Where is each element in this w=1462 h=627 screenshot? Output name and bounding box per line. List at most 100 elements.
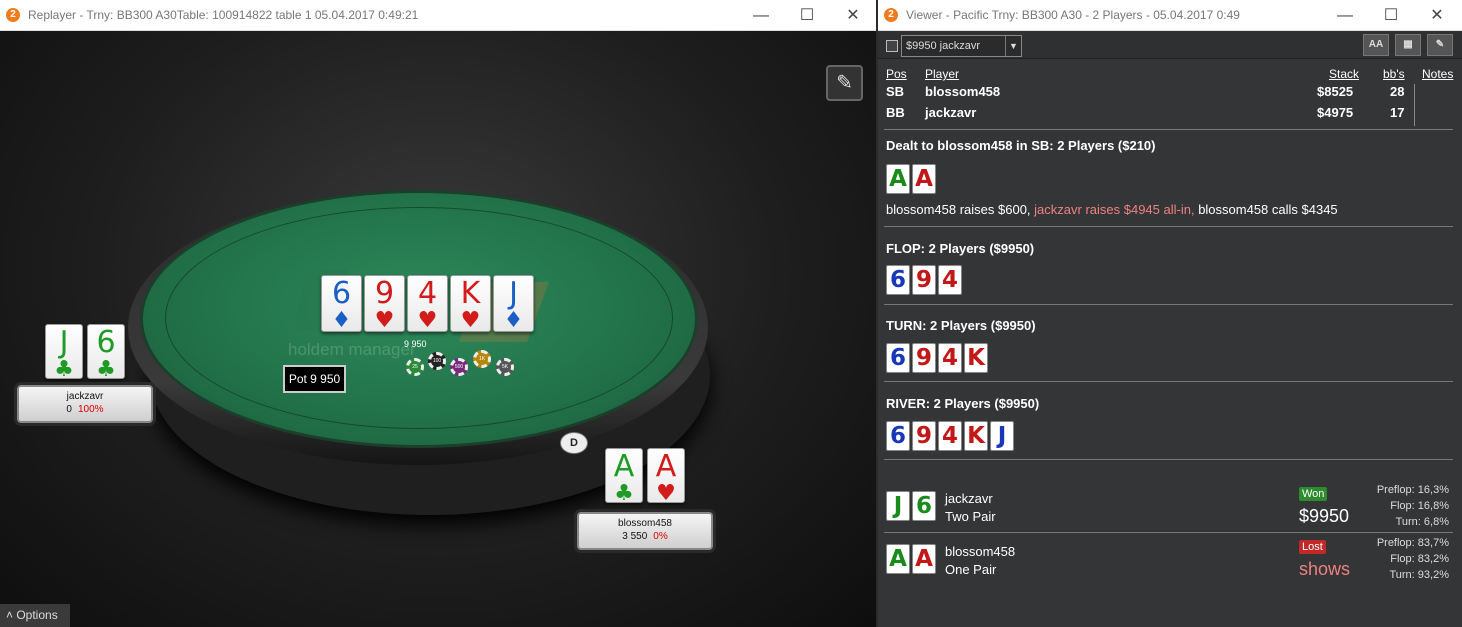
result-name[interactable]: jackzavr: [945, 491, 993, 506]
seat-name: blossom458: [618, 518, 672, 529]
chip-icon: 100: [428, 352, 446, 370]
minimize-icon[interactable]: —: [1322, 0, 1368, 31]
app-logo-icon: 2: [884, 8, 898, 22]
header-notes[interactable]: Notes: [1422, 67, 1453, 81]
card-icon: A: [886, 544, 910, 574]
hand-selector[interactable]: $9950 jackzavr ▼: [901, 35, 1022, 57]
heart-icon: ♥: [417, 308, 438, 333]
equity-value: 83,2%: [1417, 553, 1449, 565]
card-rank: J: [59, 325, 69, 360]
notes-divider: [1414, 84, 1415, 126]
seat-jackzavr[interactable]: jackzavr 0 100%: [17, 385, 153, 423]
close-icon[interactable]: ✕: [1414, 0, 1460, 31]
pot-amount: 9 950: [404, 339, 427, 349]
heart-icon: ♥: [656, 481, 676, 506]
player-name[interactable]: jackzavr: [925, 105, 976, 120]
board-card: J ♦: [493, 275, 534, 332]
club-icon: ♣: [614, 481, 634, 506]
card-icon: 6: [912, 491, 936, 521]
replayer-title: Replayer - Trny: BB300 A30Table: 1009148…: [28, 8, 419, 22]
result-name[interactable]: blossom458: [945, 544, 1015, 559]
equity-value: 93,2%: [1417, 569, 1449, 581]
action-raise: blossom458 raises $600,: [886, 202, 1031, 217]
card-icon: A: [912, 544, 936, 574]
chip-icon: 1K: [473, 350, 491, 368]
watermark-text: holdem manager: [288, 340, 416, 359]
chip-icon: 25: [406, 358, 424, 376]
viewer-titlebar: 2 Viewer - Pacific Trny: BB300 A30 - 2 P…: [878, 0, 1462, 31]
card-icon: 4: [938, 265, 962, 295]
font-size-button[interactable]: AA: [1363, 34, 1389, 56]
equity-label: Preflop:: [1376, 537, 1415, 549]
equity-label: Turn:: [1395, 516, 1421, 528]
card-icon: K: [964, 421, 988, 451]
divider: [884, 381, 1453, 382]
card-rank: 9: [374, 276, 395, 311]
divider: [884, 129, 1453, 130]
hole-card: A ♣: [605, 448, 643, 506]
preflop-action: blossom458 raises $600, jackzavr raises …: [886, 202, 1338, 217]
chip-icon: 500: [450, 358, 468, 376]
close-icon[interactable]: ✕: [830, 0, 876, 31]
turn-label: TURN: 2 Players ($9950): [886, 318, 1036, 333]
header-pos[interactable]: Pos: [886, 67, 907, 81]
seat-blossom458[interactable]: blossom458 3 550 0%: [577, 512, 713, 550]
maximize-icon[interactable]: ☐: [784, 0, 830, 31]
player-stack: $8525: [1317, 84, 1354, 99]
card-rank: 6: [331, 276, 352, 311]
header-stack[interactable]: Stack: [1329, 67, 1359, 81]
card-icon: 4: [938, 421, 962, 451]
seat-name: jackzavr: [66, 391, 104, 402]
board-card: 6 ♦: [321, 275, 362, 332]
equity-flop: Flop: 16,8%: [1348, 500, 1449, 512]
viewer-window: 2 Viewer - Pacific Trny: BB300 A30 - 2 P…: [878, 0, 1462, 627]
card-rank: 4: [417, 276, 438, 311]
action-allin: jackzavr raises $4945 all-in,: [1034, 202, 1195, 217]
diamond-icon: ♦: [503, 308, 524, 333]
divider: [884, 304, 1453, 305]
divider: [884, 532, 1453, 533]
player-bbs: 28: [1390, 84, 1405, 99]
equity-value: 83,7%: [1417, 537, 1449, 549]
river-label: RIVER: 2 Players ($9950): [886, 396, 1040, 411]
options-button[interactable]: ˄ Options: [0, 604, 70, 627]
player-pos: BB: [886, 105, 905, 120]
equity-label: Flop:: [1390, 500, 1415, 512]
card-icon: J: [886, 491, 910, 521]
board-card: K ♥: [450, 275, 491, 332]
pencil-icon[interactable]: ✎: [1427, 34, 1453, 56]
equity-value: 16,8%: [1417, 500, 1449, 512]
player-name[interactable]: blossom458: [925, 84, 1000, 99]
pencil-icon[interactable]: ✎: [826, 65, 863, 101]
dealt-line: Dealt to blossom458 in SB: 2 Players ($2…: [886, 138, 1156, 153]
replayer-titlebar: 2 Replayer - Trny: BB300 A30Table: 10091…: [0, 0, 876, 31]
grid-icon[interactable]: ▦: [1395, 34, 1421, 56]
hole-card: J ♣: [45, 324, 83, 382]
player-pos: SB: [886, 84, 905, 99]
minimize-icon[interactable]: —: [738, 0, 784, 31]
seat-stack: 3 550: [622, 531, 648, 542]
hole-card: 6 ♣: [87, 324, 125, 381]
card-icon: 6: [886, 343, 910, 373]
flop-label: FLOP: 2 Players ($9950): [886, 241, 1035, 256]
card-icon: 6: [886, 421, 910, 451]
header-player[interactable]: Player: [925, 67, 959, 81]
seat-stack: 0: [66, 404, 72, 415]
action-call: blossom458 calls $4345: [1198, 202, 1338, 217]
app-logo-icon: 2: [6, 8, 20, 22]
divider: [884, 459, 1453, 460]
header-bbs[interactable]: bb's: [1383, 67, 1405, 81]
card-icon: 9: [912, 421, 936, 451]
viewer-toolbar: $9950 jackzavr ▼ AA ▦ ✎: [878, 31, 1462, 59]
club-icon: ♣: [54, 357, 74, 382]
seat-pct: 100%: [77, 404, 104, 415]
chevron-down-icon[interactable]: ▼: [1005, 36, 1021, 56]
card-rank: A: [613, 449, 635, 484]
equity-value: 16,3%: [1417, 484, 1449, 496]
hole-card: A ♥: [647, 448, 685, 506]
select-checkbox[interactable]: [886, 40, 898, 52]
maximize-icon[interactable]: ☐: [1368, 0, 1414, 31]
card-rank: J: [509, 276, 518, 311]
card-icon: K: [964, 343, 988, 373]
card-icon: 6: [886, 265, 910, 295]
